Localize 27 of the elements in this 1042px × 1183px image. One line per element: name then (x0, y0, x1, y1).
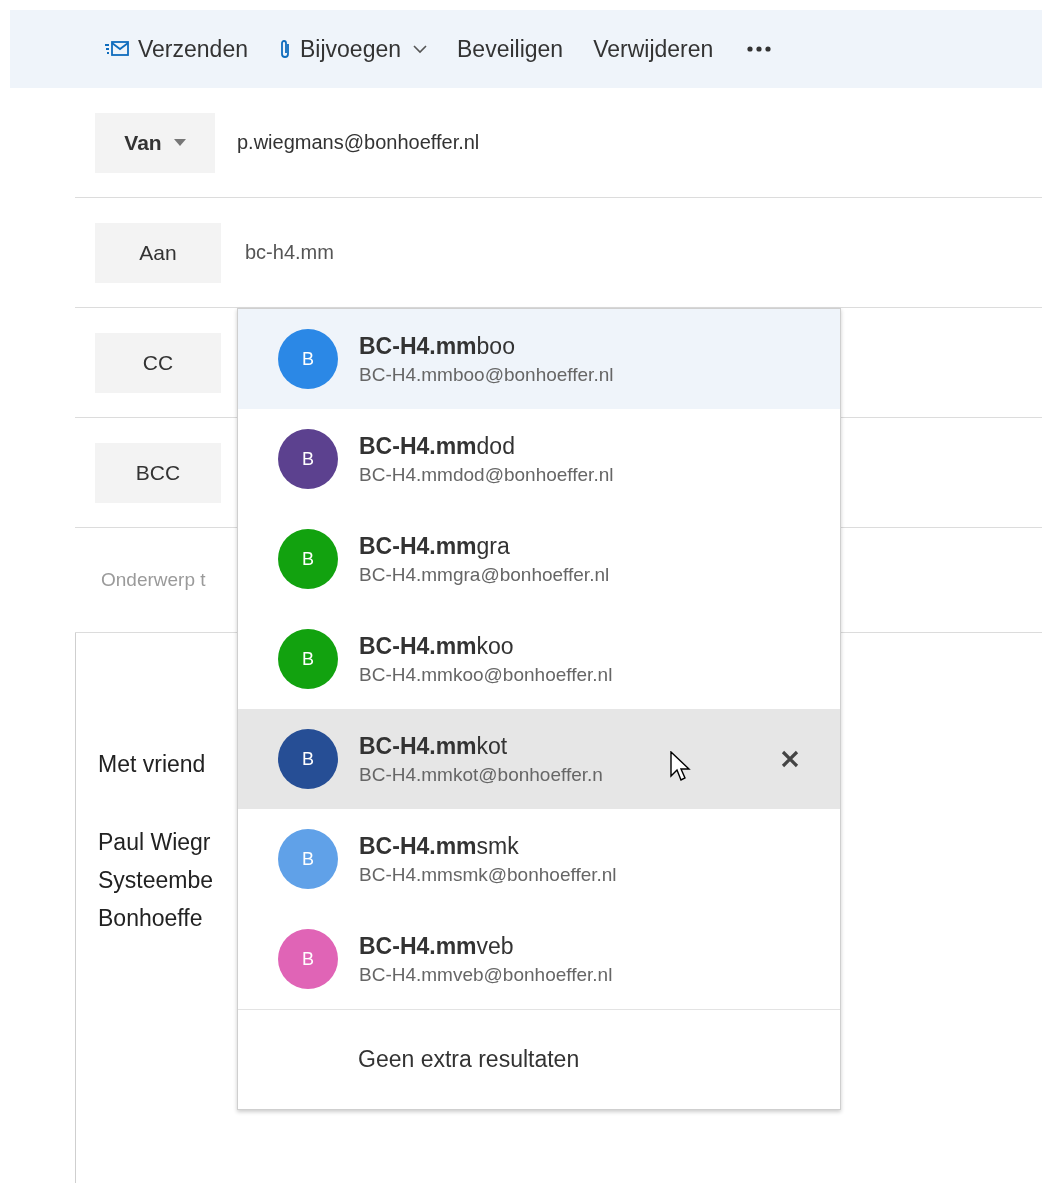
avatar: B (278, 329, 338, 389)
body-text-line: Systeembe (98, 866, 214, 895)
body-text-line: Paul Wiegr (98, 828, 211, 857)
body-text-line: Bonhoeffe (98, 904, 203, 933)
contact-email: BC-H4.mmkot@bonhoeffer.n (359, 763, 603, 786)
contact-name: BC-H4.mmgra (359, 532, 511, 560)
contact-email: BC-H4.mmdod@bonhoeffer.nl (359, 463, 614, 486)
no-more-results-text: Geen extra resultaten (238, 1009, 840, 1109)
contact-email: BC-H4.mmkoo@bonhoeffer.nl (359, 663, 613, 686)
avatar: B (278, 729, 338, 789)
body-text-line: Met vriend (98, 750, 206, 779)
avatar: B (278, 429, 338, 489)
contact-name: BC-H4.mmveb (359, 932, 515, 960)
avatar: B (278, 829, 338, 889)
contact-name: BC-H4.mmdod (359, 432, 516, 460)
avatar: B (278, 629, 338, 689)
contact-name: BC-H4.mmboo (359, 332, 516, 360)
contact-email: BC-H4.mmsmk@bonhoeffer.nl (359, 863, 617, 886)
contact-name: BC-H4.mmsmk (359, 832, 520, 860)
avatar: B (278, 529, 338, 589)
contact-name: BC-H4.mmkot (359, 732, 509, 760)
contact-email: BC-H4.mmveb@bonhoeffer.nl (359, 963, 613, 986)
avatar: B (278, 929, 338, 989)
contact-name: BC-H4.mmkoo (359, 632, 515, 660)
contact-email: BC-H4.mmboo@bonhoeffer.nl (359, 363, 614, 386)
from-address: p.wiegmans@bonhoeffer.nl (237, 131, 480, 154)
contact-email: BC-H4.mmgra@bonhoeffer.nl (359, 563, 610, 586)
